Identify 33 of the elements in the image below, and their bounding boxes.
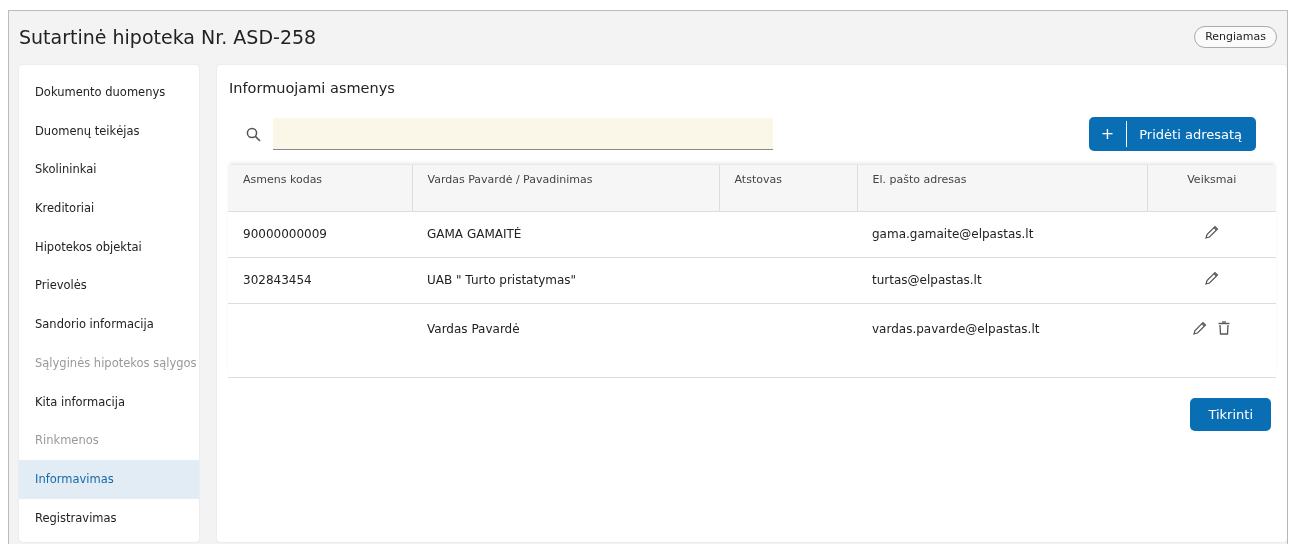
code-text: 90000000009: [243, 227, 327, 242]
sidebar-item[interactable]: Duomenų teikėjas: [19, 111, 199, 151]
panel-title: Informuojami asmenys: [229, 80, 396, 98]
page-title: Sutartinė hipoteka Nr. ASD-258: [19, 25, 317, 49]
check-button[interactable]: Tikrinti: [1190, 397, 1271, 432]
name-text: UAB " Turto pristatymas": [427, 273, 577, 288]
column-header: Veiksmai: [1147, 165, 1276, 212]
name-text: Vardas Pavardė: [427, 321, 520, 336]
email-text: turtas@elpastas.lt: [872, 273, 982, 288]
column-header: Asmens kodas: [228, 165, 412, 212]
email-text: gama.gamaite@elpastas.lt: [872, 227, 1034, 242]
status-badge: Rengiamas: [1194, 25, 1277, 49]
edit-icon[interactable]: [1203, 269, 1220, 286]
edit-icon[interactable]: [1203, 223, 1220, 240]
sidebar-item[interactable]: Skolininkai: [19, 150, 199, 190]
code-text: 302843454: [243, 273, 312, 288]
sidebar-item[interactable]: Informavimas: [19, 459, 199, 499]
sidebar-item[interactable]: Dokumento duomenys: [19, 73, 199, 112]
add-recipient-button[interactable]: + Pridėti adresatą: [1088, 117, 1256, 152]
name-text: GAMA GAMAITĖ: [427, 227, 522, 242]
sidebar-item[interactable]: Kreditoriai: [19, 189, 199, 228]
search-icon: [246, 126, 261, 142]
search-field[interactable]: [273, 118, 773, 151]
column-header: Atstovas: [719, 165, 857, 212]
sidebar-item[interactable]: Sandorio informacija: [19, 305, 199, 344]
sidebar-item[interactable]: Prievolės: [19, 266, 199, 306]
email-text: vardas.pavarde@elpastas.lt: [872, 321, 1040, 336]
column-header: Vardas Pavardė / Pavadinimas: [412, 165, 719, 212]
sidebar-item[interactable]: Hipotekos objektai: [19, 227, 199, 267]
sidebar-item[interactable]: Registravimas: [19, 498, 199, 538]
column-header: El. pašto adresas: [857, 165, 1147, 212]
edit-icon[interactable]: [1191, 319, 1208, 336]
sidebar-item[interactable]: Kita informacija: [19, 382, 199, 422]
